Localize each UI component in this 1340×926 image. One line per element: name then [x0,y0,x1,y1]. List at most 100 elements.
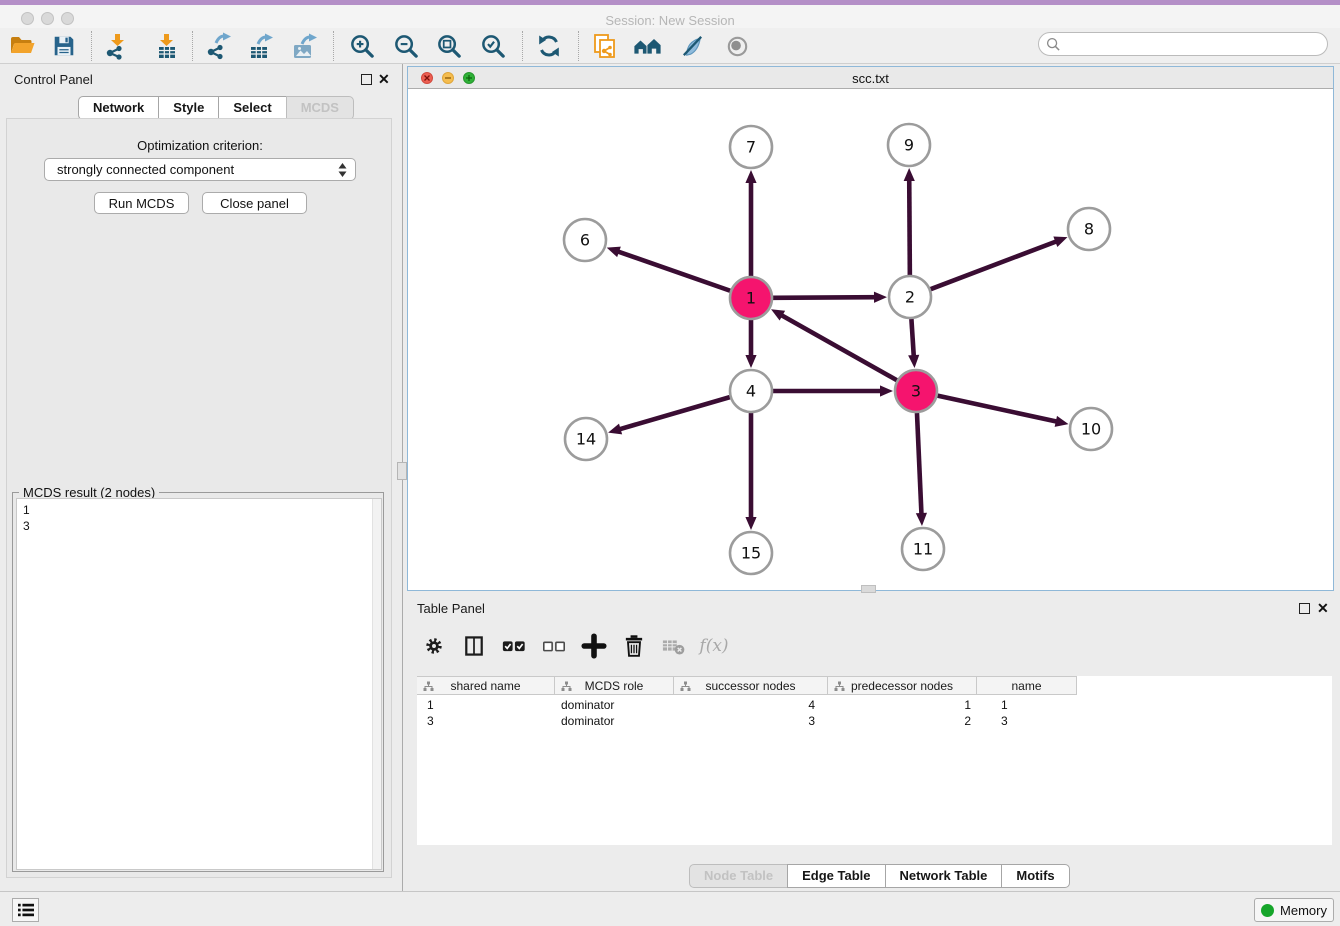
close-table-panel-icon[interactable]: ✕ [1317,603,1329,614]
deselect-all-columns-button[interactable] [539,631,569,661]
graph-edge-arrowhead [916,513,927,526]
close-panel-icon[interactable]: ✕ [378,74,390,85]
column-type-icon [680,681,691,692]
graph-edge-1-6[interactable] [616,251,730,291]
cell-predecessor-nodes[interactable]: 1 [828,697,977,713]
toggle-panes-button[interactable] [459,631,489,661]
tab-edge-table[interactable]: Edge Table [787,864,885,888]
column-type-icon [423,681,434,692]
close-panel-button[interactable]: Close panel [202,192,307,214]
memory-button[interactable]: Memory [1254,898,1334,922]
network-canvas[interactable]: 7968124314101511 [408,89,1333,590]
control-panel-tabs: Network Style Select MCDS [78,96,354,120]
graph-edge-arrowhead [908,355,919,368]
create-column-button[interactable] [579,631,609,661]
checked-boxes-icon [501,633,527,659]
home-button[interactable] [631,30,665,62]
node-table: shared name MCDS role successor nodes pr… [417,676,1332,845]
open-session-button[interactable] [5,30,39,62]
zoom-out-button[interactable] [389,30,423,62]
graph-edge-3-10[interactable] [937,396,1058,422]
column-header-predecessor-nodes[interactable]: predecessor nodes [828,677,977,694]
search-box[interactable] [1038,32,1328,56]
table-panel: Table Panel ✕ [407,595,1340,891]
column-header-mcds-role[interactable]: MCDS role [555,677,674,694]
export-network-button[interactable] [201,30,235,62]
tab-network[interactable]: Network [78,96,159,120]
criterion-dropdown[interactable]: strongly connected component [44,158,356,181]
tab-mcds[interactable]: MCDS [286,96,354,120]
run-mcds-button[interactable]: Run MCDS [94,192,189,214]
stepper-arrows-icon [338,162,347,178]
cell-shared-name[interactable]: 1 [417,697,555,713]
import-network-icon [103,32,131,60]
vertical-splitter-handle[interactable] [397,462,407,480]
graph-edge-2-9[interactable] [909,178,910,275]
delete-column-button[interactable] [619,631,649,661]
cell-name[interactable]: 1 [977,697,1077,713]
show-hide-button[interactable] [720,30,754,62]
horizontal-splitter-handle[interactable] [861,585,876,593]
graph-edge-arrowhead [745,355,756,368]
cell-mcds-role[interactable]: dominator [555,713,674,729]
zoom-in-button[interactable] [345,30,379,62]
select-all-columns-button[interactable] [499,631,529,661]
zoom-selected-button[interactable] [476,30,510,62]
graph-edge-1-2[interactable] [773,297,877,298]
result-scrollbar[interactable] [372,499,381,869]
cell-predecessor-nodes[interactable]: 2 [828,713,977,729]
tab-style[interactable]: Style [158,96,219,120]
column-header-successor-nodes[interactable]: successor nodes [674,677,828,694]
graph-edge-arrowhead [1053,237,1067,247]
window-title: Session: New Session [0,13,1340,28]
show-networks-list-button[interactable] [12,898,39,922]
export-image-button[interactable] [288,30,322,62]
cell-mcds-role[interactable]: dominator [555,697,674,713]
zoom-out-icon [393,33,420,60]
fx-icon: f(x) [699,636,728,656]
mcds-result-textarea[interactable]: 1 3 [16,498,382,870]
zoom-fit-button[interactable] [432,30,466,62]
refresh-button[interactable] [532,30,566,62]
float-table-panel-icon[interactable] [1299,603,1310,614]
tab-network-table[interactable]: Network Table [885,864,1003,888]
tab-node-table[interactable]: Node Table [689,864,788,888]
result-line: 3 [17,518,381,534]
save-session-button[interactable] [47,30,81,62]
control-panel: Control Panel ✕ Network Style Select MCD… [0,64,400,891]
import-network-button[interactable] [100,30,134,62]
hide-graphics-button[interactable] [675,30,709,62]
graph-edge-3-11[interactable] [917,413,922,516]
table-row[interactable]: 1 dominator 4 1 1 [417,697,1077,713]
export-table-button[interactable] [244,30,278,62]
memory-label: Memory [1280,903,1327,918]
float-panel-icon[interactable] [361,74,372,85]
tab-select[interactable]: Select [218,96,286,120]
main-toolbar [0,28,1340,64]
delete-table-button-disabled [659,631,689,661]
table-row[interactable]: 3 dominator 3 2 3 [417,713,1077,729]
zoom-in-icon [349,33,376,60]
network-window-titlebar[interactable]: scc.txt [408,67,1333,89]
cell-successor-nodes[interactable]: 4 [674,697,828,713]
cell-successor-nodes[interactable]: 3 [674,713,828,729]
graph-edge-4-14[interactable] [618,397,730,430]
graph-edge-2-8[interactable] [931,241,1059,289]
column-header-name[interactable]: name [977,677,1077,694]
cell-name[interactable]: 3 [977,713,1077,729]
graph-edge-2-3[interactable] [911,319,913,358]
graph-edge-arrowhead [1055,416,1069,427]
search-input[interactable] [1066,37,1327,52]
network-file-button[interactable] [588,30,622,62]
search-icon [1046,37,1061,52]
cell-shared-name[interactable]: 3 [417,713,555,729]
table-toolbar: f(x) [417,625,1332,667]
graph-edge-3-1[interactable] [780,314,897,380]
export-image-icon [291,32,319,60]
result-line: 1 [17,502,381,518]
import-table-button[interactable] [149,30,183,62]
tab-motifs[interactable]: Motifs [1001,864,1069,888]
table-settings-button[interactable] [419,631,449,661]
column-header-shared-name[interactable]: shared name [417,677,555,694]
toolbar-separator [578,31,579,61]
